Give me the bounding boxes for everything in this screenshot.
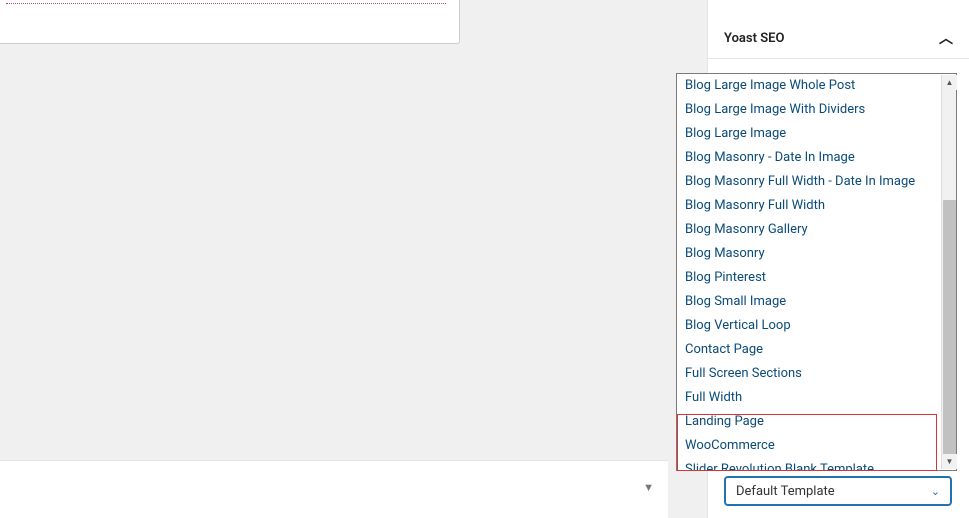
dropdown-option[interactable]: Landing Page — [677, 410, 956, 434]
scroll-down-button[interactable]: ▼ — [942, 454, 957, 469]
panel-title: Yoast SEO — [724, 31, 784, 46]
dropdown-option[interactable]: Blog Masonry Gallery — [677, 218, 956, 242]
dropdown-list: Blog Large Image Whole Post Blog Large I… — [677, 74, 956, 470]
dropdown-option[interactable]: Blog Large Image Whole Post — [677, 74, 956, 98]
yoast-seo-panel-header[interactable]: Yoast SEO ︿ — [708, 18, 969, 59]
scrollbar-thumb[interactable] — [943, 200, 956, 456]
dropdown-option[interactable]: Blog Pinterest — [677, 266, 956, 290]
template-select-value: Default Template — [736, 484, 835, 499]
editor-background — [0, 44, 668, 446]
dropdown-option[interactable]: Blog Masonry Full Width — [677, 194, 956, 218]
dropdown-option[interactable]: Blog Masonry — [677, 242, 956, 266]
scroll-up-button[interactable]: ▲ — [942, 75, 957, 90]
scrollbar[interactable]: ▲ ▼ — [941, 75, 956, 469]
chevron-up-icon: ︿ — [939, 28, 953, 48]
dropdown-option[interactable]: Blog Small Image — [677, 290, 956, 314]
dotted-divider — [6, 3, 446, 5]
dropdown-option[interactable]: Full Width — [677, 386, 956, 410]
dropdown-option[interactable]: Contact Page — [677, 338, 956, 362]
template-dropdown-listbox[interactable]: Blog Large Image Whole Post Blog Large I… — [676, 73, 957, 471]
template-select[interactable]: Default Template ⌄ — [724, 476, 952, 506]
dropdown-option[interactable]: Blog Vertical Loop — [677, 314, 956, 338]
chevron-down-icon: ⌄ — [931, 485, 940, 498]
dropdown-option[interactable]: WooCommerce — [677, 434, 956, 458]
dropdown-option[interactable]: Full Screen Sections — [677, 362, 956, 386]
editor-panel-fragment — [0, 0, 460, 44]
dropdown-option[interactable]: Blog Large Image With Dividers — [677, 98, 956, 122]
bottom-panel[interactable]: ▼ — [0, 460, 668, 518]
chevron-down-icon: ▼ — [643, 481, 654, 494]
dropdown-option[interactable]: Slider Revolution Blank Template — [677, 458, 956, 470]
dropdown-option[interactable]: Blog Large Image — [677, 122, 956, 146]
dropdown-option[interactable]: Blog Masonry Full Width - Date In Image — [677, 170, 956, 194]
dropdown-option[interactable]: Blog Masonry - Date In Image — [677, 146, 956, 170]
